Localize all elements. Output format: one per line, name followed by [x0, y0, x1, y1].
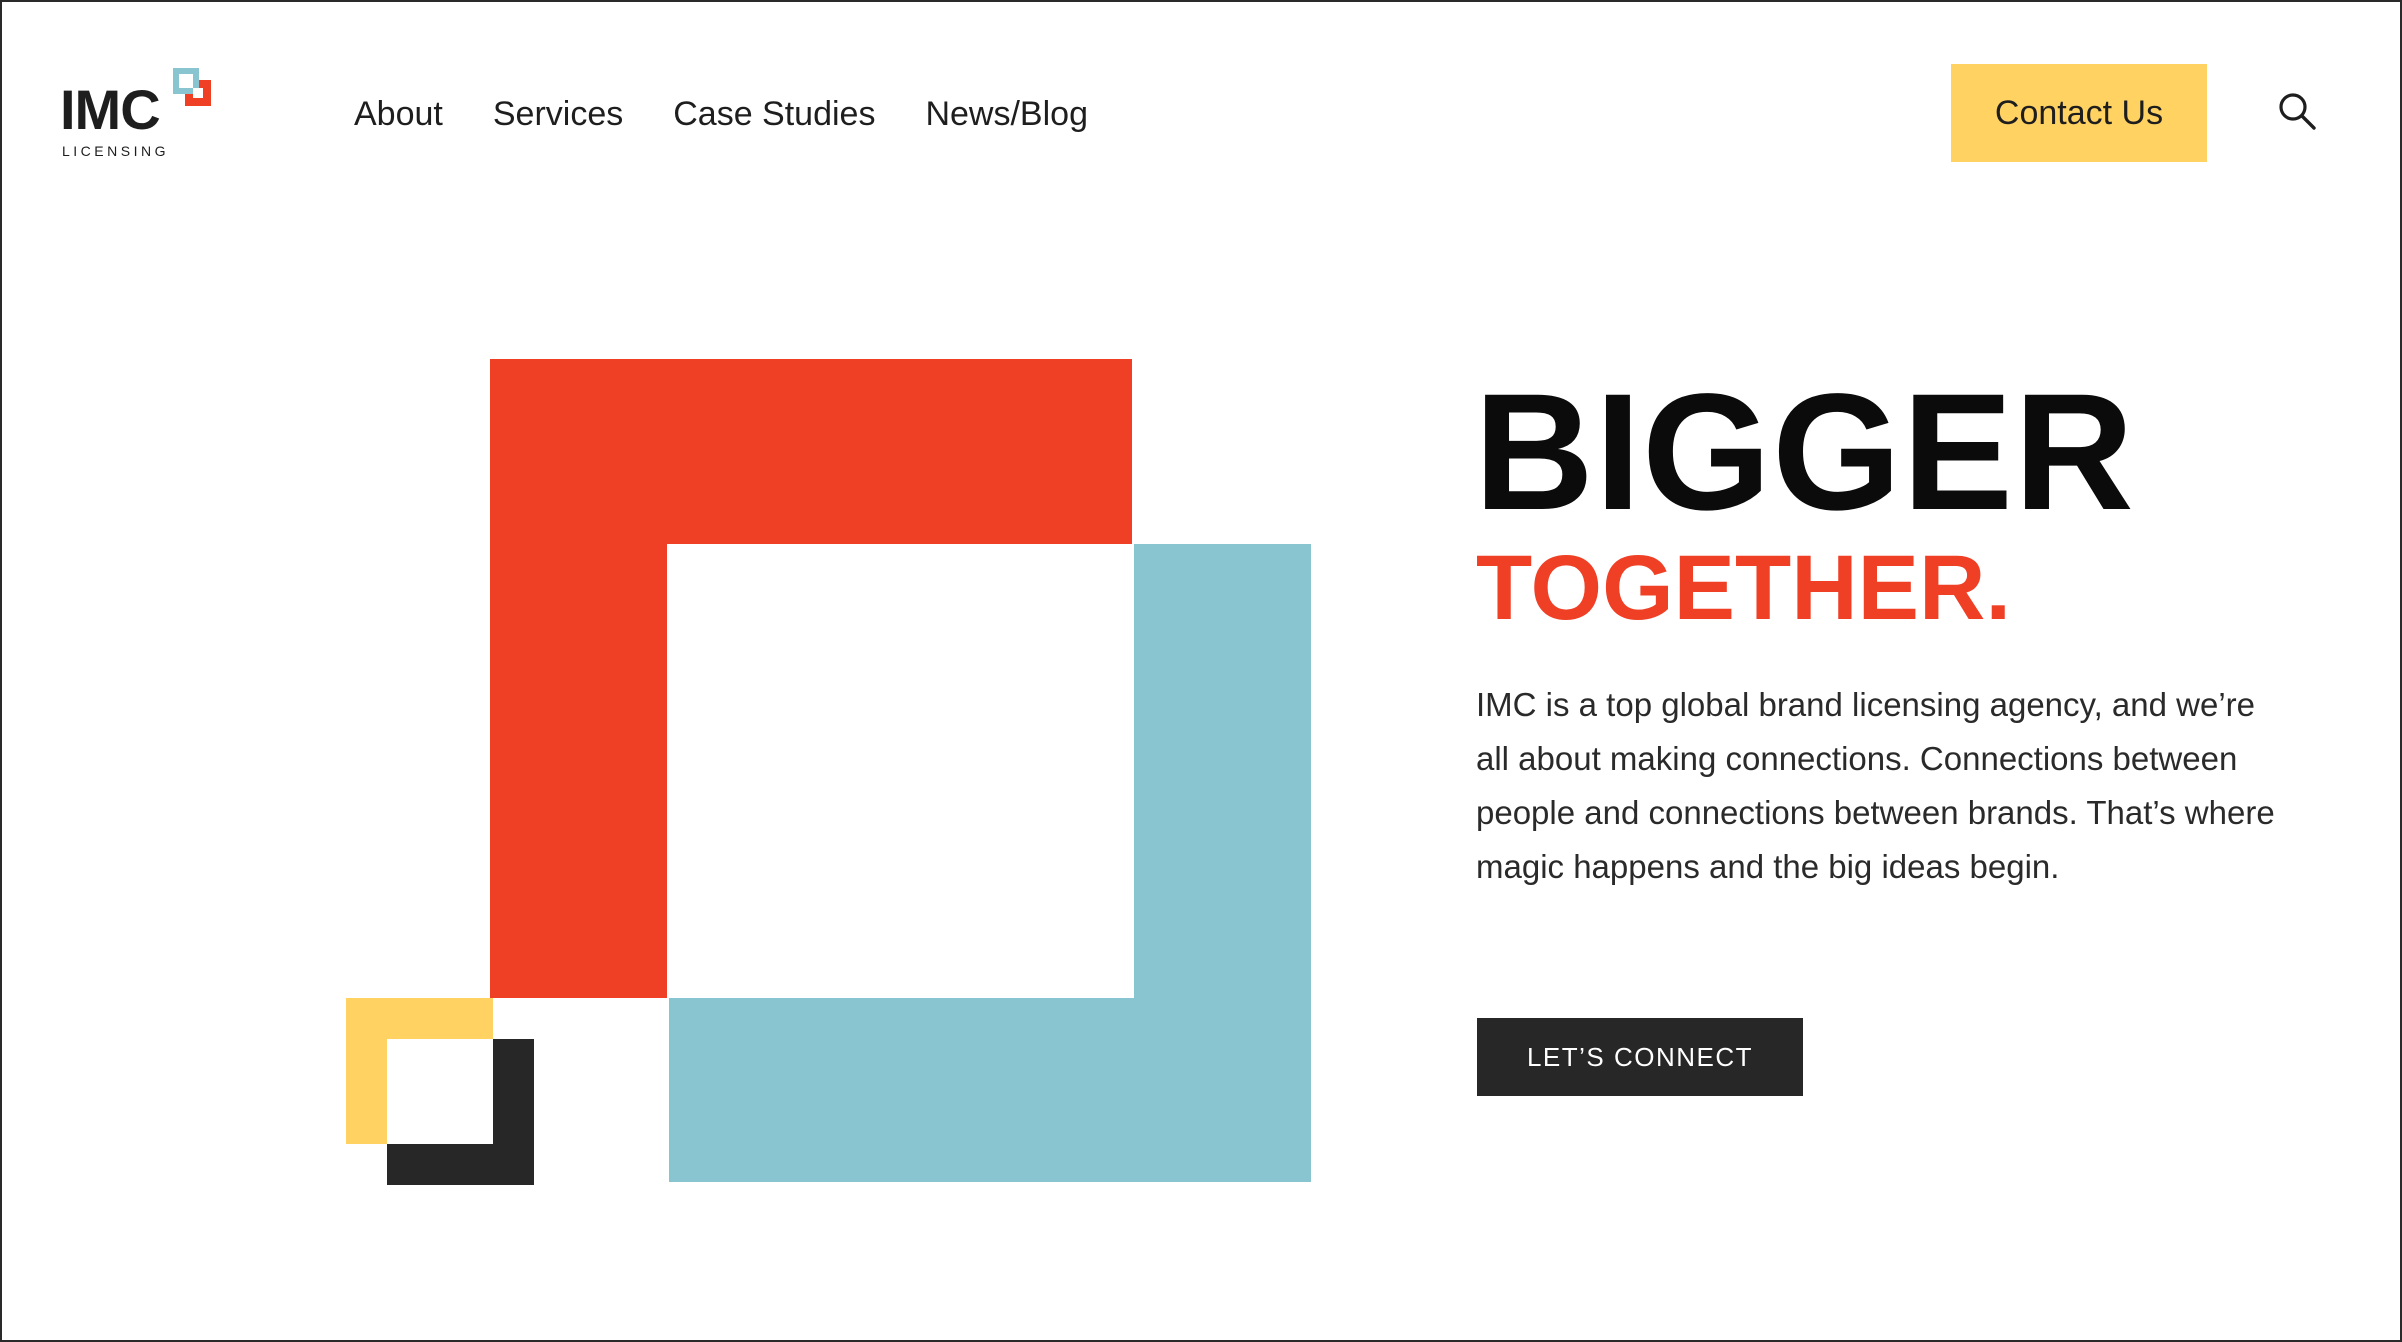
- search-icon: [2279, 93, 2316, 130]
- hero-subtitle: TOGETHER.: [1476, 537, 2012, 639]
- hero-title: BIGGER: [1474, 360, 2135, 545]
- search-button[interactable]: [2272, 86, 2322, 136]
- page-frame: IMC LICENSING About Services Case Studie…: [0, 0, 2402, 1342]
- contact-us-button[interactable]: Contact Us: [1951, 64, 2207, 162]
- hero-squares-graphic: [346, 359, 1311, 1185]
- blue-square-shape: [669, 544, 1311, 1182]
- lets-connect-button[interactable]: LET’S CONNECT: [1477, 1018, 1803, 1096]
- yellow-square-shape: [346, 998, 493, 1144]
- dark-square-shape: [387, 1039, 534, 1185]
- red-square-shape: [490, 359, 1132, 998]
- hero-description: IMC is a top global brand licensing agen…: [1476, 686, 2275, 885]
